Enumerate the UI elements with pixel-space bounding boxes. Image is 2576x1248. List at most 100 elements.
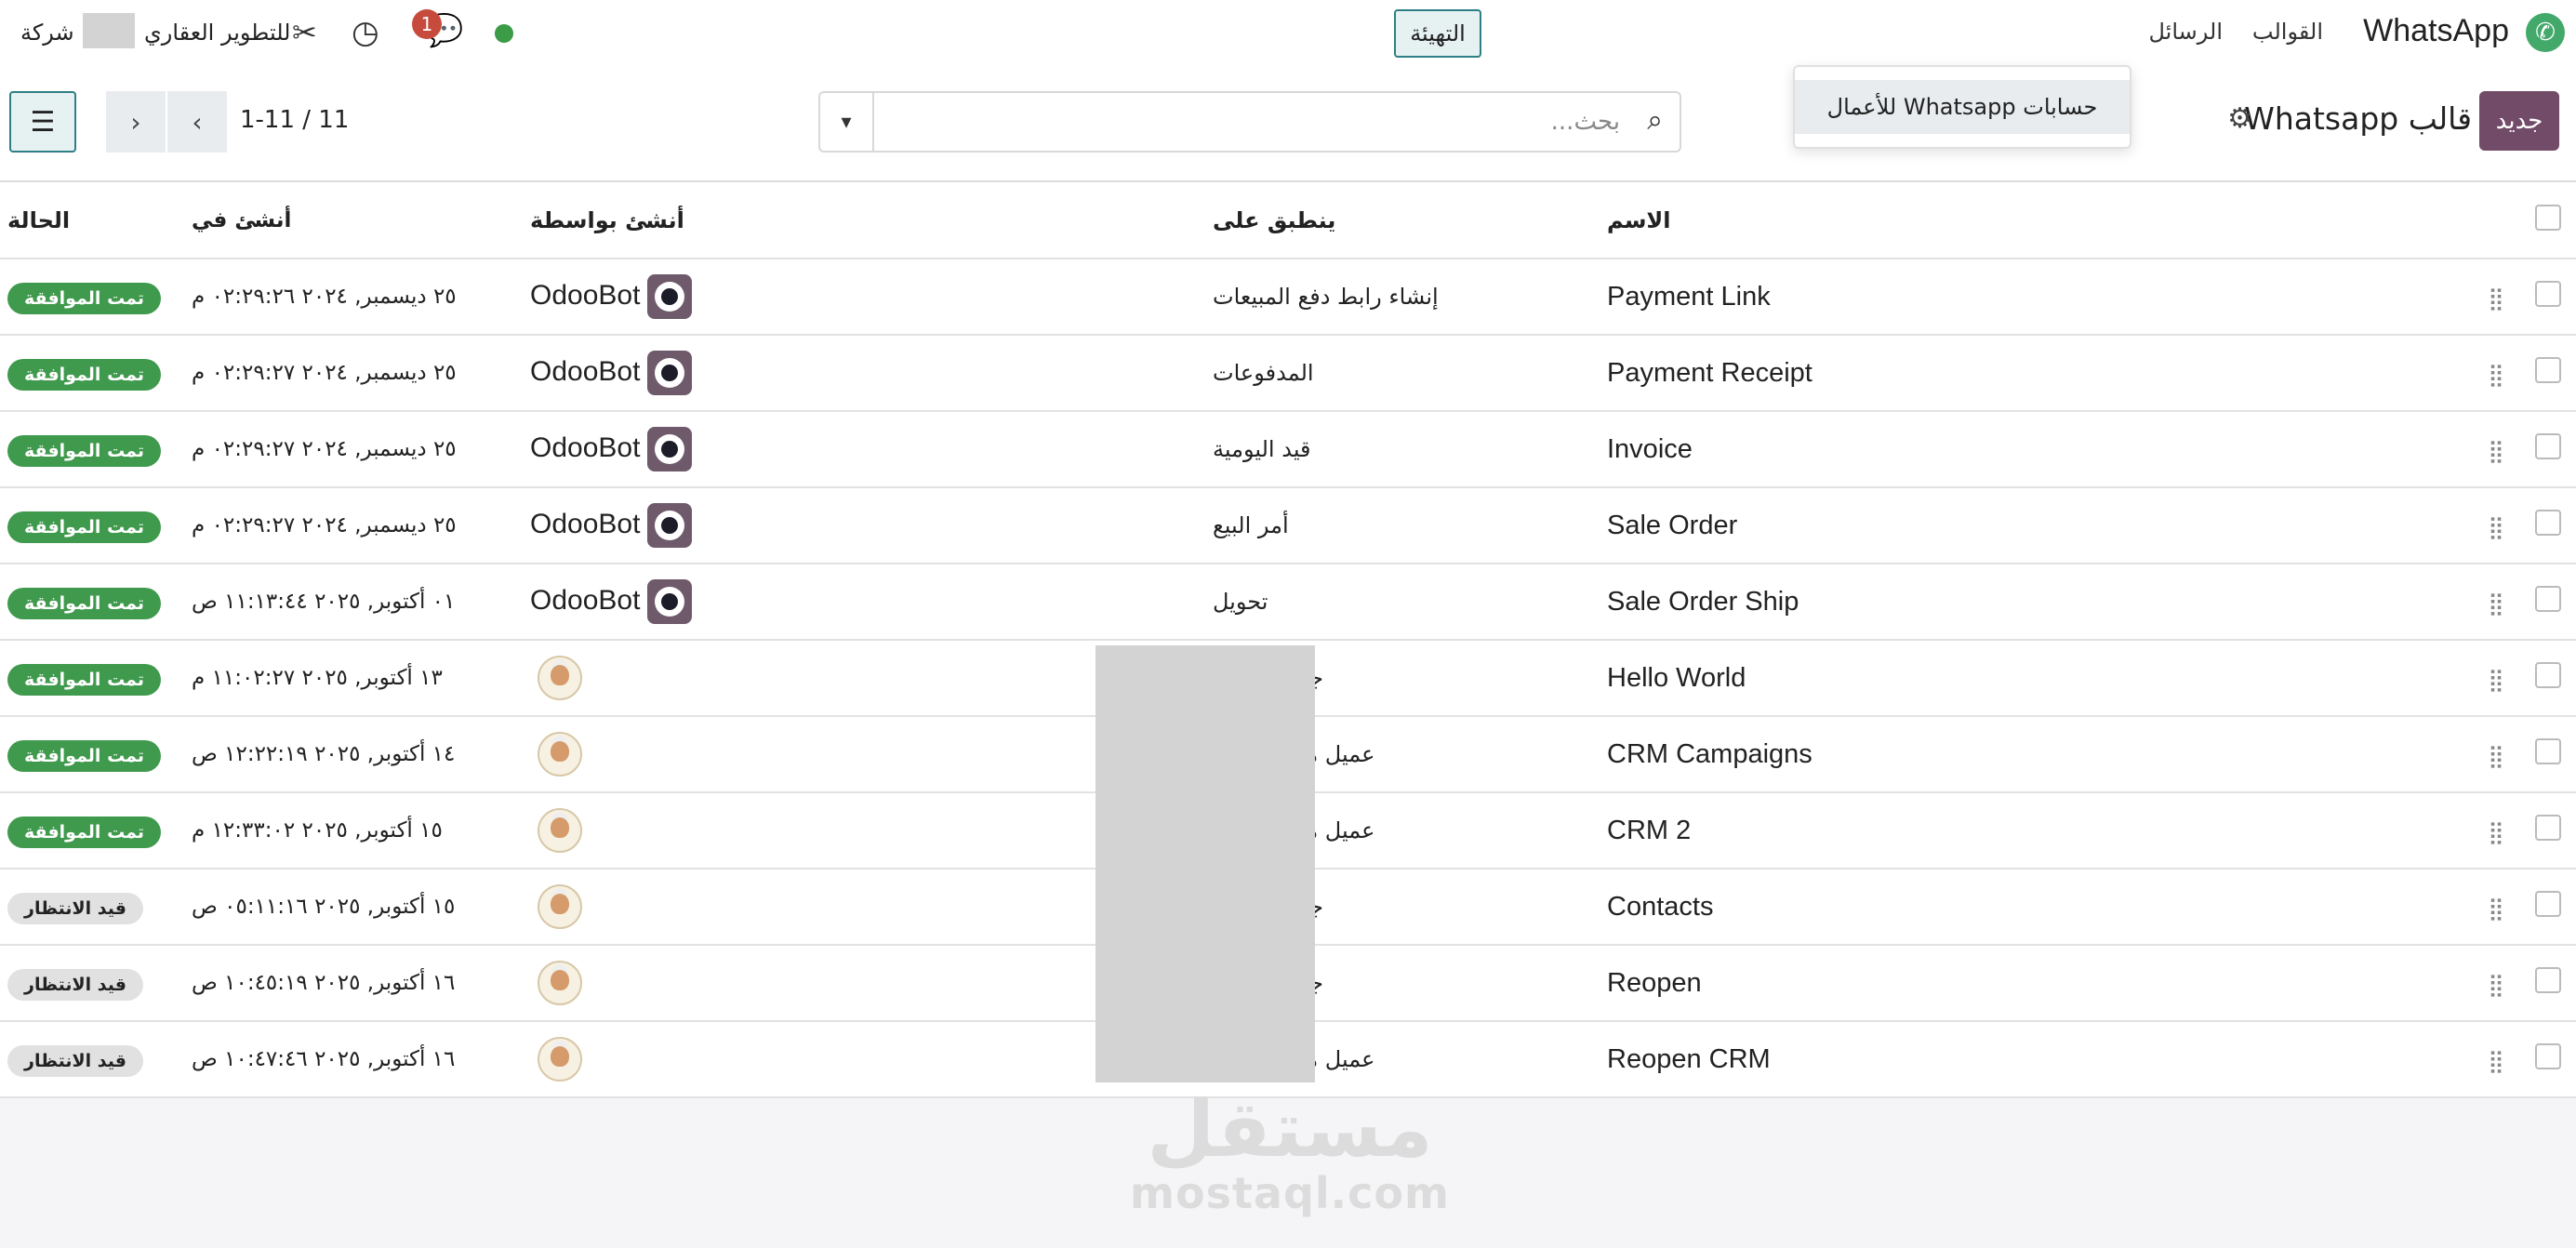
created-by-cell: OdooBot — [521, 335, 1209, 412]
drag-handle-icon[interactable]: ⣿ — [2488, 514, 2504, 540]
created-on: ٢٥ ديسمبر, ٢٠٢٤ ٠٢:٢٩:٢٧ م — [180, 487, 521, 564]
column-header-applies-to[interactable]: ينطبق على — [1209, 182, 1594, 259]
row-checkbox[interactable] — [2535, 509, 2561, 536]
column-header-created-on[interactable]: أنشئ في — [180, 182, 521, 259]
template-name[interactable]: Payment Link — [1594, 259, 2472, 336]
row-checkbox[interactable] — [2535, 356, 2561, 383]
row-checkbox[interactable] — [2535, 661, 2561, 688]
row-handle-cell: ⣿ — [2472, 259, 2520, 336]
status-badge: قيد الانتظار — [7, 1044, 143, 1077]
row-select-cell — [2520, 335, 2576, 412]
created-on: ١٣ أكتوبر, ٢٠٢٥ ١١:٠٢:٢٧ م — [180, 640, 521, 717]
created-by-cell: OdooBot — [521, 487, 1209, 564]
status-cell: تمت الموافقة — [0, 259, 180, 336]
template-name[interactable]: Reopen — [1594, 945, 2472, 1022]
bot-avatar — [647, 427, 693, 471]
drag-handle-icon[interactable]: ⣿ — [2488, 438, 2504, 464]
template-name[interactable]: Sale Order — [1594, 487, 2472, 564]
search-bar: ⌕ بحث... ▾ — [818, 91, 1681, 153]
column-header-name[interactable]: الاسم — [1594, 182, 2472, 259]
handle-header — [2472, 182, 2520, 259]
drag-handle-icon[interactable]: ⣿ — [2488, 285, 2504, 312]
row-checkbox[interactable] — [2535, 280, 2561, 307]
activity-clock-icon[interactable]: ◷ — [352, 17, 379, 48]
drag-handle-icon[interactable]: ⣿ — [2488, 819, 2504, 845]
template-name[interactable]: CRM Campaigns — [1594, 716, 2472, 793]
drag-handle-icon[interactable]: ⣿ — [2488, 362, 2504, 388]
table-row[interactable]: ⣿ Payment Receipt المدفوعات OdooBot ٢٥ ديسمب… — [0, 335, 2576, 412]
debug-tools-icon[interactable]: ✂ — [292, 17, 317, 48]
column-header-created-by[interactable]: أنشئ بواسطة — [521, 182, 1209, 259]
row-select-cell — [2520, 716, 2576, 793]
template-name[interactable]: Invoice — [1594, 411, 2472, 488]
whatsapp-business-accounts-item[interactable]: حسابات Whatsapp للأعمال — [1795, 80, 2130, 134]
applies-to: قيد اليومية — [1209, 411, 1594, 488]
company-name-suffix: للتطوير العقاري — [143, 20, 291, 46]
app-title[interactable]: WhatsApp — [2363, 13, 2509, 49]
select-all-cell — [2520, 182, 2576, 259]
row-handle-cell: ⣿ — [2472, 411, 2520, 488]
created-on: ١٥ أكتوبر, ٢٠٢٥ ١٢:٣٣:٠٢ م — [180, 792, 521, 870]
search-input[interactable]: بحث... — [1551, 108, 1620, 136]
status-cell: قيد الانتظار — [0, 1021, 180, 1098]
drag-handle-icon[interactable]: ⣿ — [2488, 743, 2504, 769]
menu-messages[interactable]: الرسائل — [2149, 19, 2224, 45]
whatsapp-logo-icon[interactable]: ✆ — [2526, 13, 2565, 52]
watermark: مستقل mostaql.com — [1127, 1090, 1453, 1218]
template-name[interactable]: Contacts — [1594, 869, 2472, 946]
row-checkbox[interactable] — [2535, 814, 2561, 841]
created-on: ١٦ أكتوبر, ٢٠٢٥ ١٠:٤٥:١٩ ص — [180, 945, 521, 1022]
company-switcher[interactable]: للتطوير العقاري شركة — [20, 13, 291, 48]
menu-configuration[interactable]: التهيئة — [1394, 9, 1481, 58]
column-header-status[interactable]: الحالة — [0, 182, 180, 259]
status-badge: تمت الموافقة — [7, 358, 162, 391]
table-row[interactable]: ⣿ Sale Order أمر البيع OdooBot ٢٥ ديسمبر, ٢٠… — [0, 487, 2576, 564]
template-name[interactable]: CRM 2 — [1594, 792, 2472, 870]
user-avatar — [538, 808, 582, 853]
drag-handle-icon[interactable]: ⣿ — [2488, 591, 2504, 617]
template-name[interactable]: Reopen CRM — [1594, 1021, 2472, 1098]
row-select-cell — [2520, 869, 2576, 946]
list-view-button[interactable]: ☰ — [9, 91, 76, 153]
drag-handle-icon[interactable]: ⣿ — [2488, 1048, 2504, 1074]
menu-templates[interactable]: القوالب — [2252, 19, 2323, 45]
row-handle-cell: ⣿ — [2472, 792, 2520, 870]
table-row[interactable]: ⣿ Invoice قيد اليومية OdooBot ٢٥ ديسمبر, ٢٠٢… — [0, 411, 2576, 488]
table-row[interactable]: ⣿ Payment Link إنشاء رابط دفع المبيعات Odoo… — [0, 259, 2576, 336]
search-options-toggle[interactable]: ▾ — [820, 93, 874, 151]
created-on: ١٤ أكتوبر, ٢٠٢٥ ١٢:٢٢:١٩ ص — [180, 716, 521, 793]
status-badge: تمت الموافقة — [7, 511, 162, 543]
pager-value[interactable]: 1-11 / 11 — [240, 106, 349, 134]
bot-avatar — [647, 274, 693, 319]
drag-handle-icon[interactable]: ⣿ — [2488, 972, 2504, 998]
next-page-button[interactable]: › — [167, 91, 227, 153]
status-badge: تمت الموافقة — [7, 663, 162, 696]
new-button[interactable]: جديد — [2479, 91, 2559, 151]
row-checkbox[interactable] — [2535, 737, 2561, 764]
table-row[interactable]: ⣿ Sale Order Ship تحويل OdooBot ٠١ أكتوبر, ٢… — [0, 564, 2576, 641]
select-all-checkbox[interactable] — [2535, 204, 2561, 231]
search-icon[interactable]: ⌕ — [1647, 104, 1663, 137]
created-by-cell: OdooBot — [521, 564, 1209, 641]
row-checkbox[interactable] — [2535, 890, 2561, 917]
created-on: ٢٥ ديسمبر, ٢٠٢٤ ٠٢:٢٩:٢٧ م — [180, 411, 521, 488]
row-checkbox[interactable] — [2535, 432, 2561, 459]
row-checkbox[interactable] — [2535, 1042, 2561, 1069]
row-checkbox[interactable] — [2535, 585, 2561, 612]
template-name[interactable]: Payment Receipt — [1594, 335, 2472, 412]
template-name[interactable]: Sale Order Ship — [1594, 564, 2472, 641]
created-on: ٠١ أكتوبر, ٢٠٢٥ ١١:١٣:٤٤ ص — [180, 564, 521, 641]
user-avatar — [538, 884, 582, 929]
template-name[interactable]: Hello World — [1594, 640, 2472, 717]
status-cell: قيد الانتظار — [0, 869, 180, 946]
status-badge: قيد الانتظار — [7, 968, 143, 1001]
user-avatar — [538, 1037, 582, 1082]
bot-avatar — [647, 579, 693, 624]
gear-icon[interactable]: ⚙ — [2227, 102, 2252, 135]
drag-handle-icon[interactable]: ⣿ — [2488, 667, 2504, 693]
previous-page-button[interactable]: ‹ — [106, 91, 166, 153]
status-cell: تمت الموافقة — [0, 640, 180, 717]
status-badge: تمت الموافقة — [7, 816, 162, 848]
drag-handle-icon[interactable]: ⣿ — [2488, 896, 2504, 922]
row-checkbox[interactable] — [2535, 966, 2561, 993]
